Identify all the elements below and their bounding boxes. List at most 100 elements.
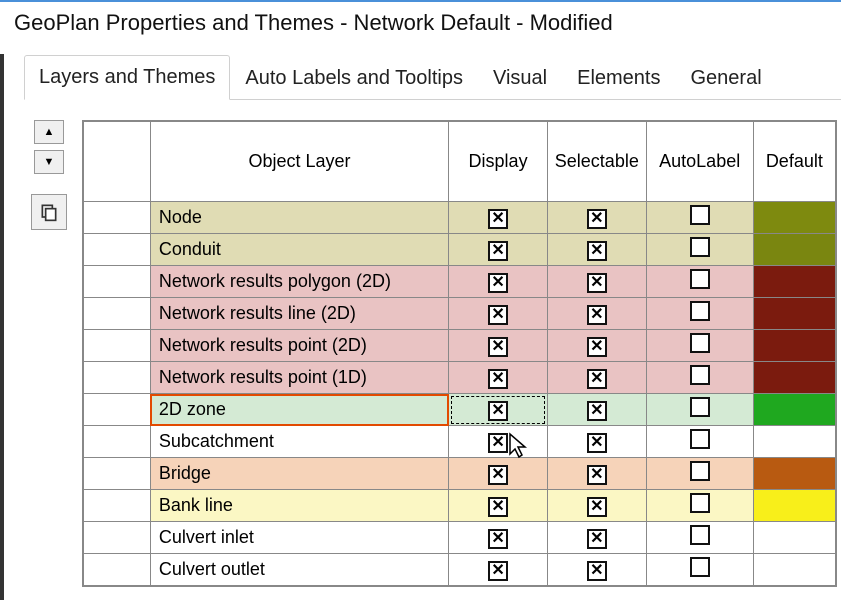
default-color-cell[interactable] bbox=[753, 202, 835, 234]
row-header[interactable] bbox=[84, 234, 151, 266]
autolabel-cell[interactable] bbox=[646, 554, 753, 586]
row-header[interactable] bbox=[84, 458, 151, 490]
autolabel-checkbox[interactable] bbox=[690, 429, 710, 449]
autolabel-cell[interactable] bbox=[646, 330, 753, 362]
tab-visual[interactable]: Visual bbox=[478, 56, 562, 100]
selectable-checkbox[interactable] bbox=[587, 305, 607, 325]
default-color-cell[interactable] bbox=[753, 234, 835, 266]
layer-grid[interactable]: Object Layer Display Selectable AutoLabe… bbox=[82, 120, 837, 587]
default-color-cell[interactable] bbox=[753, 458, 835, 490]
selectable-checkbox[interactable] bbox=[587, 273, 607, 293]
default-color-cell[interactable] bbox=[753, 426, 835, 458]
selectable-checkbox[interactable] bbox=[587, 209, 607, 229]
object-layer-cell[interactable]: 2D zone bbox=[150, 394, 448, 426]
selectable-checkbox[interactable] bbox=[587, 401, 607, 421]
object-layer-cell[interactable]: Culvert outlet bbox=[150, 554, 448, 586]
display-checkbox[interactable] bbox=[488, 369, 508, 389]
autolabel-checkbox[interactable] bbox=[690, 525, 710, 545]
selectable-checkbox[interactable] bbox=[587, 241, 607, 261]
object-layer-cell[interactable]: Culvert inlet bbox=[150, 522, 448, 554]
autolabel-checkbox[interactable] bbox=[690, 557, 710, 577]
autolabel-checkbox[interactable] bbox=[690, 237, 710, 257]
selectable-cell[interactable] bbox=[547, 266, 646, 298]
selectable-checkbox[interactable] bbox=[587, 369, 607, 389]
display-cell[interactable] bbox=[449, 490, 548, 522]
selectable-cell[interactable] bbox=[547, 554, 646, 586]
header-display[interactable]: Display bbox=[449, 122, 548, 202]
selectable-checkbox[interactable] bbox=[587, 529, 607, 549]
selectable-cell[interactable] bbox=[547, 234, 646, 266]
autolabel-cell[interactable] bbox=[646, 394, 753, 426]
display-checkbox[interactable] bbox=[488, 529, 508, 549]
row-header[interactable] bbox=[84, 330, 151, 362]
default-color-cell[interactable] bbox=[753, 266, 835, 298]
autolabel-cell[interactable] bbox=[646, 362, 753, 394]
selectable-cell[interactable] bbox=[547, 298, 646, 330]
display-cell[interactable] bbox=[449, 394, 548, 426]
header-selectable[interactable]: Selectable bbox=[547, 122, 646, 202]
autolabel-cell[interactable] bbox=[646, 298, 753, 330]
selectable-checkbox[interactable] bbox=[587, 497, 607, 517]
display-checkbox[interactable] bbox=[488, 497, 508, 517]
default-color-cell[interactable] bbox=[753, 394, 835, 426]
object-layer-cell[interactable]: Bank line bbox=[150, 490, 448, 522]
default-color-cell[interactable] bbox=[753, 522, 835, 554]
display-cell[interactable] bbox=[449, 522, 548, 554]
default-color-cell[interactable] bbox=[753, 490, 835, 522]
selectable-cell[interactable] bbox=[547, 426, 646, 458]
row-header[interactable] bbox=[84, 362, 151, 394]
display-cell[interactable] bbox=[449, 330, 548, 362]
header-object-layer[interactable]: Object Layer bbox=[150, 122, 448, 202]
display-checkbox[interactable] bbox=[488, 401, 508, 421]
tab-auto-labels-and-tooltips[interactable]: Auto Labels and Tooltips bbox=[230, 56, 478, 100]
selectable-cell[interactable] bbox=[547, 330, 646, 362]
row-header[interactable] bbox=[84, 490, 151, 522]
selectable-cell[interactable] bbox=[547, 522, 646, 554]
display-checkbox[interactable] bbox=[488, 561, 508, 581]
header-autolabel[interactable]: AutoLabel bbox=[646, 122, 753, 202]
display-checkbox[interactable] bbox=[488, 465, 508, 485]
default-color-cell[interactable] bbox=[753, 362, 835, 394]
object-layer-cell[interactable]: Node bbox=[150, 202, 448, 234]
tab-elements[interactable]: Elements bbox=[562, 56, 675, 100]
display-cell[interactable] bbox=[449, 426, 548, 458]
move-up-button[interactable]: ▲ bbox=[34, 120, 64, 144]
object-layer-cell[interactable]: Network results point (1D) bbox=[150, 362, 448, 394]
autolabel-checkbox[interactable] bbox=[690, 493, 710, 513]
autolabel-cell[interactable] bbox=[646, 522, 753, 554]
default-color-cell[interactable] bbox=[753, 330, 835, 362]
display-cell[interactable] bbox=[449, 234, 548, 266]
autolabel-cell[interactable] bbox=[646, 234, 753, 266]
selectable-checkbox[interactable] bbox=[587, 337, 607, 357]
object-layer-cell[interactable]: Network results point (2D) bbox=[150, 330, 448, 362]
object-layer-cell[interactable]: Bridge bbox=[150, 458, 448, 490]
tab-layers-and-themes[interactable]: Layers and Themes bbox=[24, 55, 230, 100]
copy-button[interactable] bbox=[31, 194, 67, 230]
row-header[interactable] bbox=[84, 266, 151, 298]
row-header[interactable] bbox=[84, 394, 151, 426]
selectable-cell[interactable] bbox=[547, 362, 646, 394]
autolabel-cell[interactable] bbox=[646, 266, 753, 298]
row-header[interactable] bbox=[84, 298, 151, 330]
object-layer-cell[interactable]: Conduit bbox=[150, 234, 448, 266]
display-checkbox[interactable] bbox=[488, 305, 508, 325]
row-header[interactable] bbox=[84, 202, 151, 234]
tab-general[interactable]: General bbox=[675, 56, 776, 100]
selectable-cell[interactable] bbox=[547, 490, 646, 522]
autolabel-checkbox[interactable] bbox=[690, 397, 710, 417]
autolabel-checkbox[interactable] bbox=[690, 365, 710, 385]
display-cell[interactable] bbox=[449, 362, 548, 394]
display-cell[interactable] bbox=[449, 458, 548, 490]
selectable-cell[interactable] bbox=[547, 202, 646, 234]
selectable-checkbox[interactable] bbox=[587, 561, 607, 581]
display-cell[interactable] bbox=[449, 266, 548, 298]
display-cell[interactable] bbox=[449, 298, 548, 330]
display-cell[interactable] bbox=[449, 554, 548, 586]
autolabel-checkbox[interactable] bbox=[690, 205, 710, 225]
object-layer-cell[interactable]: Network results line (2D) bbox=[150, 298, 448, 330]
autolabel-checkbox[interactable] bbox=[690, 301, 710, 321]
autolabel-cell[interactable] bbox=[646, 426, 753, 458]
autolabel-checkbox[interactable] bbox=[690, 269, 710, 289]
row-header[interactable] bbox=[84, 426, 151, 458]
autolabel-cell[interactable] bbox=[646, 458, 753, 490]
